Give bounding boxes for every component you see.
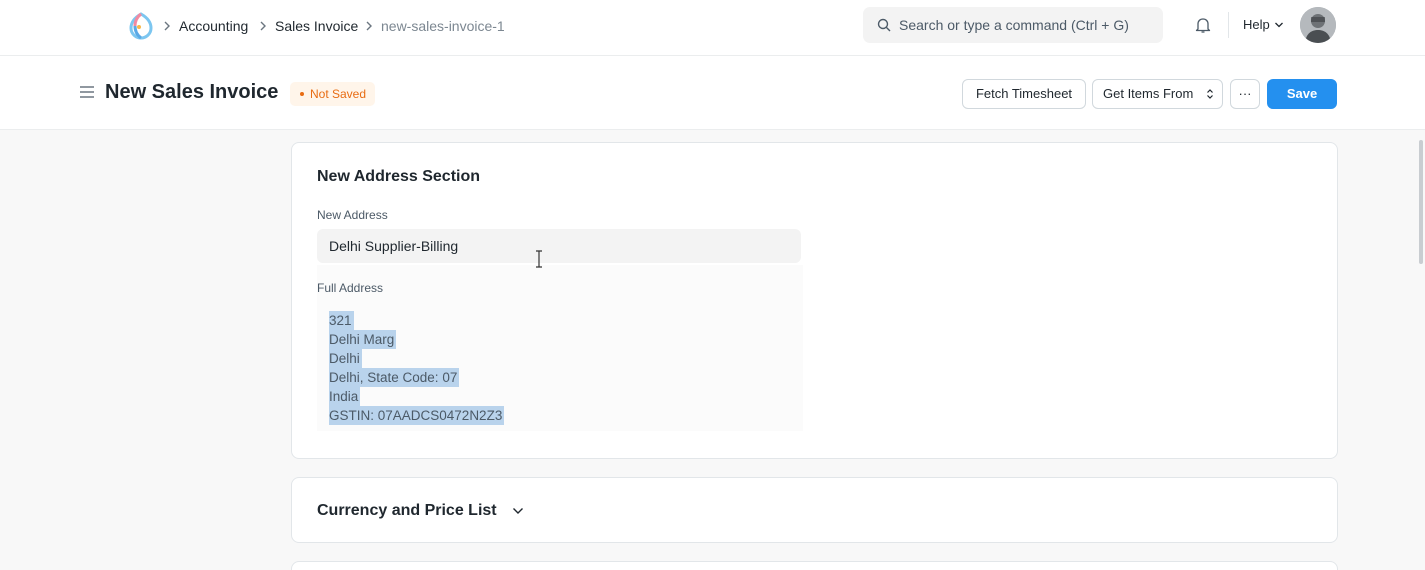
bell-icon[interactable] (1194, 16, 1212, 34)
new-address-input[interactable]: Delhi Supplier-Billing (317, 229, 801, 263)
avatar[interactable] (1300, 7, 1336, 43)
address-line: Delhi Marg (329, 330, 397, 349)
next-section-card (291, 561, 1338, 570)
more-actions-button[interactable]: ··· (1230, 79, 1260, 109)
address-line: GSTIN: 07AADCS0472N2Z3 (329, 406, 505, 425)
status-dot (300, 92, 304, 96)
page-header: New Sales Invoice Not Saved Fetch Timesh… (0, 56, 1425, 130)
section-title: New Address Section (317, 168, 481, 185)
breadcrumb-accounting[interactable]: Accounting (179, 17, 248, 35)
chevron-right-icon (260, 21, 266, 31)
full-address-text[interactable]: 321 Delhi Marg Delhi Delhi, State Code: … (329, 311, 505, 425)
breadcrumb-current[interactable]: new-sales-invoice-1 (381, 17, 505, 35)
app-logo-icon[interactable] (128, 12, 154, 40)
new-address-label: New Address (317, 208, 388, 222)
nav-divider (1228, 12, 1229, 38)
up-down-icon (1207, 89, 1213, 99)
save-button[interactable]: Save (1267, 79, 1337, 109)
get-items-from-button[interactable]: Get Items From (1092, 79, 1223, 109)
chevron-right-icon (366, 21, 372, 31)
breadcrumb-sales-invoice[interactable]: Sales Invoice (275, 17, 358, 35)
top-navbar: Accounting Sales Invoice new-sales-invoi… (0, 0, 1425, 56)
search-input[interactable]: Search or type a command (Ctrl + G) (899, 17, 1129, 34)
search-bar[interactable]: Search or type a command (Ctrl + G) (863, 7, 1163, 43)
help-menu[interactable]: Help (1243, 17, 1270, 33)
chevron-right-icon (164, 21, 170, 31)
search-icon (877, 18, 891, 32)
get-items-from-label: Get Items From (1103, 86, 1194, 101)
full-address-label: Full Address (317, 281, 384, 295)
text-cursor-icon (536, 250, 542, 268)
page-scrollbar[interactable] (1419, 140, 1423, 264)
status-badge: Not Saved (290, 82, 376, 106)
hamburger-icon[interactable] (79, 85, 95, 99)
fetch-timesheet-button[interactable]: Fetch Timesheet (962, 79, 1086, 109)
chevron-down-icon[interactable] (512, 507, 524, 515)
address-line: India (329, 387, 361, 406)
address-line: 321 (329, 311, 354, 330)
currency-section-card[interactable]: Currency and Price List (291, 477, 1338, 543)
address-line: Delhi (329, 349, 362, 368)
address-line: Delhi, State Code: 07 (329, 368, 460, 387)
currency-section-title[interactable]: Currency and Price List (317, 501, 497, 521)
chevron-down-icon[interactable] (1274, 21, 1284, 29)
full-address-field[interactable]: 321 Delhi Marg Delhi Delhi, State Code: … (317, 265, 803, 431)
page-title: New Sales Invoice (105, 81, 279, 103)
address-section-card: New Address Section New Address 321 Delh… (291, 142, 1338, 459)
status-text: Not Saved (310, 87, 367, 101)
